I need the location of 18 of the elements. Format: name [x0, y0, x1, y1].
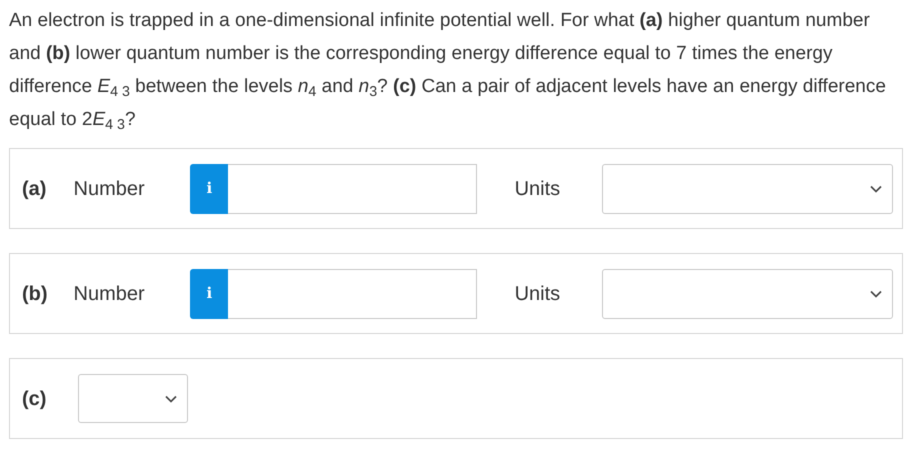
number-label: Number: [74, 282, 146, 306]
part-label: (c): [22, 386, 48, 412]
number-input[interactable]: [228, 164, 477, 214]
units-label: Units: [514, 176, 562, 202]
part-label: (a): [22, 176, 48, 202]
answer-dropdown[interactable]: [78, 374, 188, 423]
number-label: Number: [74, 176, 146, 202]
chevron-down-icon: [165, 394, 177, 402]
number-input[interactable]: [228, 268, 477, 318]
info-button[interactable]: i: [190, 164, 228, 214]
part-label: (b): [22, 282, 49, 306]
units-label: Units: [514, 282, 562, 306]
question-text: An electron is trapped in a one-dimensional infinite potential well. For what (a) higher quantum number and (b) lower quantum number is the corresponding energy difference equal to 7 times the energy difference E$_{4 3}$ between the levels n$_{4}$ and n$_{3}$? (c) Can a pair of adjacent levels have an energy difference equal to 2E$_{4 3}$?: [9, 9, 887, 135]
units-dropdown[interactable]: [602, 164, 894, 214]
chevron-down-icon: [870, 290, 882, 298]
units-dropdown[interactable]: [602, 268, 894, 318]
info-button[interactable]: i: [190, 268, 228, 318]
chevron-down-icon: [870, 184, 882, 192]
